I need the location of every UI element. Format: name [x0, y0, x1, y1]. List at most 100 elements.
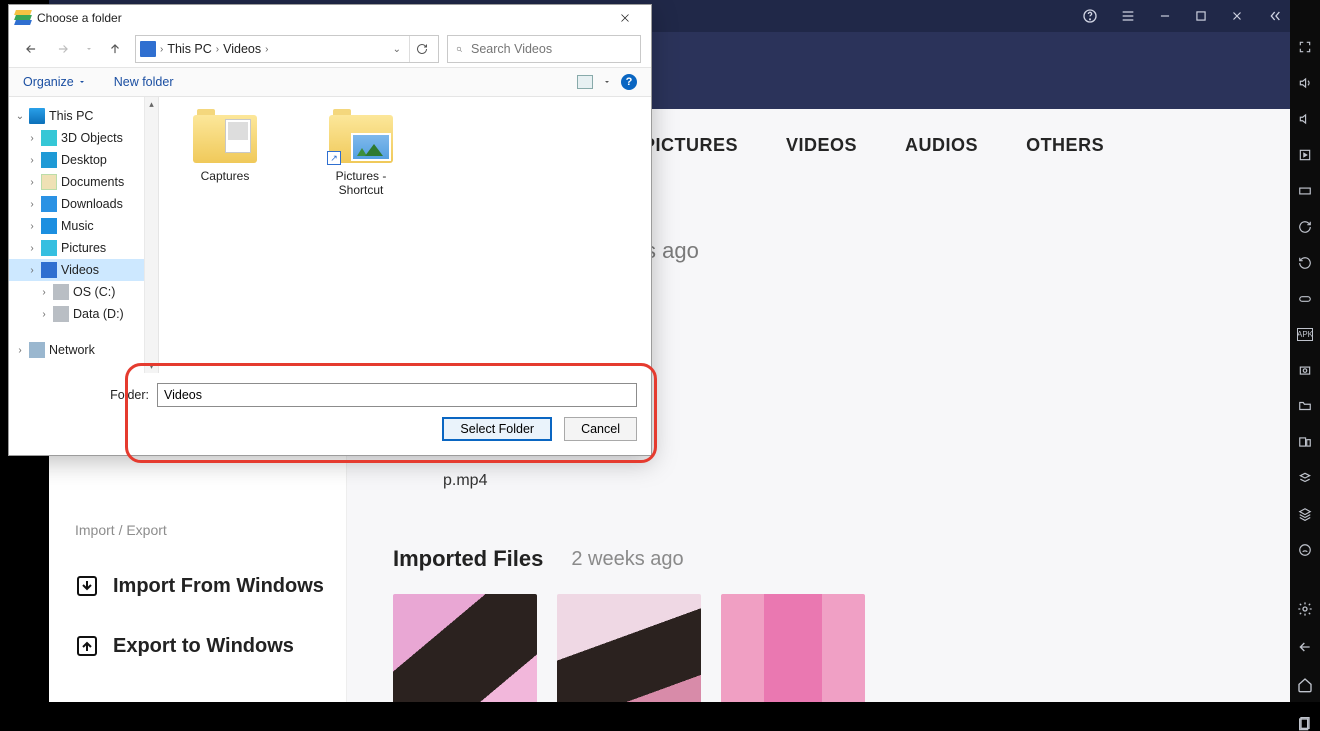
- address-bar[interactable]: › This PC › Videos › ⌄: [135, 35, 439, 63]
- tree-documents[interactable]: ›Documents: [9, 171, 158, 193]
- dialog-title: Choose a folder: [37, 11, 122, 25]
- file-area[interactable]: Captures ↗ Pictures - Shortcut: [159, 97, 651, 373]
- minimize-icon[interactable]: [1158, 9, 1172, 23]
- shortcut-overlay-icon: ↗: [327, 151, 341, 165]
- gamepad-icon[interactable]: [1297, 292, 1313, 306]
- tab-others[interactable]: OTHERS: [1026, 135, 1104, 156]
- thumbnail[interactable]: [393, 594, 537, 702]
- search-input[interactable]: [471, 42, 632, 56]
- tree-desktop[interactable]: ›Desktop: [9, 149, 158, 171]
- tab-videos[interactable]: VIDEOS: [786, 135, 857, 156]
- home-icon[interactable]: [1297, 677, 1313, 693]
- close-button[interactable]: [605, 5, 645, 31]
- view-mode-icon[interactable]: [577, 75, 593, 89]
- file-name-fragment: p.mp4: [443, 472, 1244, 490]
- new-folder-button[interactable]: New folder: [114, 75, 174, 89]
- tree-os-c[interactable]: ›OS (C:): [9, 281, 158, 303]
- imported-files-time: 2 weeks ago: [571, 548, 683, 571]
- thumbnail[interactable]: [557, 594, 701, 702]
- folder-tree: ⌄This PC ›3D Objects ›Desktop ›Documents…: [9, 97, 159, 373]
- thumbnail[interactable]: [721, 594, 865, 702]
- nav-forward-icon[interactable]: [51, 37, 75, 61]
- tree-3d-objects[interactable]: ›3D Objects: [9, 127, 158, 149]
- annotation-highlight: [125, 363, 657, 463]
- recents-icon[interactable]: [1297, 715, 1313, 731]
- export-to-windows[interactable]: Export to Windows: [75, 634, 346, 658]
- cancel-button[interactable]: Cancel: [564, 417, 637, 441]
- help-icon[interactable]: [1082, 8, 1098, 24]
- folder-captures[interactable]: Captures: [177, 109, 273, 183]
- import-from-windows[interactable]: Import From Windows: [75, 574, 346, 598]
- choose-folder-dialog: Choose a folder › This PC › Videos › ⌄ O…: [8, 4, 652, 456]
- search-box[interactable]: [447, 35, 641, 63]
- tree-videos[interactable]: ›Videos: [9, 259, 158, 281]
- settings-icon[interactable]: [1297, 601, 1313, 617]
- folder-icon[interactable]: [1297, 399, 1313, 413]
- view-dropdown-icon[interactable]: [603, 78, 611, 86]
- downloads-icon: [41, 196, 57, 212]
- keyboard-icon[interactable]: [1297, 184, 1313, 198]
- dialog-toolbar: Organize New folder ?: [9, 67, 651, 97]
- tree-data-d[interactable]: ›Data (D:): [9, 303, 158, 325]
- multitask-icon[interactable]: [1297, 471, 1313, 485]
- refresh-icon[interactable]: [409, 36, 434, 62]
- videos-location-icon: [140, 41, 156, 57]
- search-icon: [456, 43, 463, 56]
- folder-input[interactable]: [157, 383, 637, 407]
- time-fragment: s ago: [645, 238, 1244, 264]
- tab-audios[interactable]: AUDIOS: [905, 135, 978, 156]
- export-label: Export to Windows: [113, 635, 294, 658]
- imported-files-heading: Imported Files: [393, 546, 543, 572]
- nav-back-icon[interactable]: [19, 37, 43, 61]
- folder-label-line2: Shortcut: [313, 183, 409, 197]
- chevron-right-icon: ›: [160, 44, 163, 55]
- organize-menu[interactable]: Organize: [23, 75, 86, 89]
- devices-icon[interactable]: [1297, 435, 1313, 449]
- breadcrumb-this-pc[interactable]: This PC: [167, 42, 211, 56]
- rotate-cw-icon[interactable]: [1297, 220, 1313, 234]
- dialog-nav-row: › This PC › Videos › ⌄: [9, 31, 651, 67]
- nav-history-dropdown-icon[interactable]: [83, 37, 95, 61]
- volume-down-icon[interactable]: [1297, 112, 1313, 126]
- collapse-icon[interactable]: [1266, 8, 1282, 24]
- tree-this-pc[interactable]: ⌄This PC: [9, 105, 158, 127]
- drive-icon: [53, 284, 69, 300]
- scroll-up-icon[interactable]: ▴: [145, 97, 158, 111]
- play-icon[interactable]: [1297, 148, 1313, 162]
- chevron-down-icon: [78, 78, 86, 86]
- folder-pictures-shortcut[interactable]: ↗ Pictures - Shortcut: [313, 109, 409, 197]
- import-label: Import From Windows: [113, 575, 324, 598]
- nav-up-icon[interactable]: [103, 37, 127, 61]
- close-app-icon[interactable]: [1230, 9, 1244, 23]
- help-button[interactable]: ?: [621, 74, 637, 90]
- emulator-right-rail: APK: [1290, 0, 1320, 702]
- dialog-titlebar: Choose a folder: [9, 5, 651, 31]
- volume-up-icon[interactable]: [1297, 76, 1313, 90]
- tree-downloads[interactable]: ›Downloads: [9, 193, 158, 215]
- tree-music[interactable]: ›Music: [9, 215, 158, 237]
- scroll-down-icon[interactable]: ▾: [145, 359, 158, 373]
- cast-icon[interactable]: [1297, 543, 1313, 557]
- folder-shortcut-icon: ↗: [329, 109, 393, 163]
- monitor-icon: [29, 108, 45, 124]
- fullscreen-icon[interactable]: [1297, 40, 1313, 54]
- tree-scrollbar[interactable]: ▴▾: [144, 97, 158, 373]
- tab-pictures[interactable]: PICTURES: [643, 135, 738, 156]
- apk-icon[interactable]: APK: [1297, 328, 1313, 341]
- address-dropdown-icon[interactable]: ⌄: [389, 44, 405, 55]
- back-icon[interactable]: [1297, 639, 1313, 655]
- maximize-icon[interactable]: [1194, 9, 1208, 23]
- tree-pictures[interactable]: ›Pictures: [9, 237, 158, 259]
- menu-icon[interactable]: [1120, 8, 1136, 24]
- breadcrumb-videos[interactable]: Videos: [223, 42, 261, 56]
- music-icon: [41, 218, 57, 234]
- app-logo-icon: [15, 10, 31, 26]
- rotate-ccw-icon[interactable]: [1297, 256, 1313, 270]
- drive-icon: [53, 306, 69, 322]
- tree-network[interactable]: ›Network: [9, 339, 158, 361]
- dialog-footer: Folder: Select Folder Cancel: [9, 373, 651, 455]
- select-folder-button[interactable]: Select Folder: [442, 417, 552, 441]
- chevron-right-icon: ›: [265, 44, 268, 55]
- layers-icon[interactable]: [1297, 507, 1313, 521]
- screenshot-icon[interactable]: [1297, 363, 1313, 377]
